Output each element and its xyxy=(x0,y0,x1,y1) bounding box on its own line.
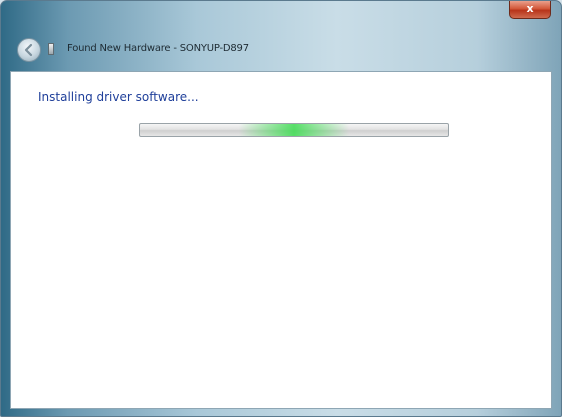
install-progress-bar xyxy=(139,123,449,137)
window-title: Found New Hardware - SONYUP-D897 xyxy=(67,43,249,54)
progress-glow-indicator xyxy=(239,124,349,136)
close-icon: x xyxy=(526,2,534,15)
hardware-device-icon xyxy=(48,43,54,55)
installing-heading: Installing driver software... xyxy=(38,90,199,104)
close-button[interactable]: x xyxy=(509,1,551,19)
title-bar[interactable]: x Found New Hardware - SONYUP-D897 xyxy=(1,1,561,71)
back-button[interactable] xyxy=(17,38,41,62)
found-new-hardware-window: x Found New Hardware - SONYUP-D897 Insta… xyxy=(0,0,562,417)
content-panel: Installing driver software... xyxy=(10,71,552,409)
back-arrow-icon xyxy=(24,43,33,57)
